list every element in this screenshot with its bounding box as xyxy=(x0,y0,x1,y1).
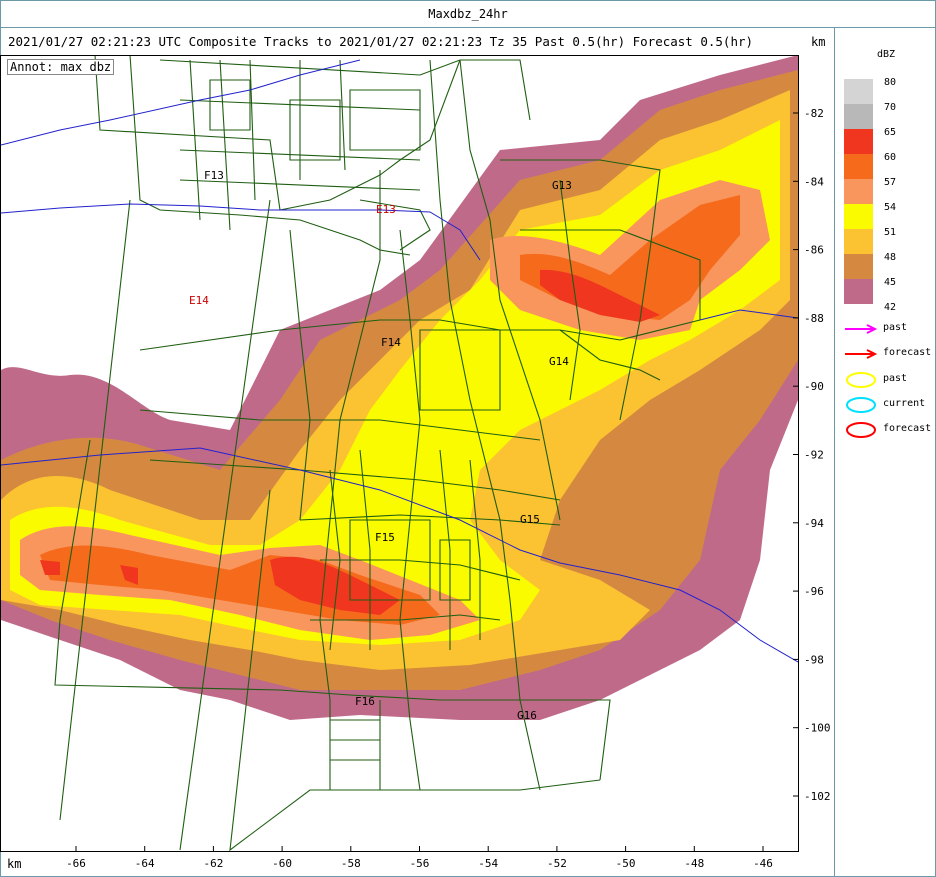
y-tick-label: -92 xyxy=(804,449,824,462)
storm-label[interactable]: E14 xyxy=(189,294,209,307)
x-tick-label: -60 xyxy=(272,857,292,870)
x-tick-label: -50 xyxy=(616,857,636,870)
x-tick-label: -46 xyxy=(753,857,773,870)
storm-label[interactable]: F14 xyxy=(381,336,401,349)
annotation-text: Annot: max dbz xyxy=(7,59,115,75)
storm-label[interactable]: F15 xyxy=(375,531,395,544)
y-tick-label: -82 xyxy=(804,107,824,120)
y-tick-label: -96 xyxy=(804,585,824,598)
x-tick-label: -66 xyxy=(66,857,86,870)
legend-arrow-icon xyxy=(845,324,878,334)
legend-arrow-label: past xyxy=(883,322,908,333)
legend-arrow-label: forecast xyxy=(883,347,932,358)
x-tick-label: -64 xyxy=(135,857,155,870)
x-tick-label: -52 xyxy=(547,857,567,870)
legend-ellipse-label: forecast xyxy=(883,423,932,434)
y-tick-label: -100 xyxy=(804,722,831,735)
storm-label[interactable]: G13 xyxy=(552,179,572,192)
legend-ellipse-icon xyxy=(846,422,876,438)
y-tick-label: -88 xyxy=(804,312,824,325)
storm-label[interactable]: F13 xyxy=(204,169,224,182)
legend-ellipse-label: current xyxy=(883,398,926,409)
unit-label-top: km xyxy=(811,35,826,49)
y-tick-label: -102 xyxy=(804,790,831,803)
legend-arrow-icon xyxy=(845,349,878,359)
legend-symbols xyxy=(845,324,878,438)
y-tick-label: -90 xyxy=(804,380,824,393)
radar-map[interactable]: F13 E13 G13 E14 F14 G14 F15 G15 F16 G16 -66 -64 -62… xyxy=(0,0,936,877)
y-tick-label: -94 xyxy=(804,517,824,530)
storm-label[interactable]: G16 xyxy=(517,709,537,722)
x-tick-label: -48 xyxy=(684,857,704,870)
x-tick-label: -58 xyxy=(341,857,361,870)
storm-label[interactable]: G14 xyxy=(549,355,569,368)
x-tick-label: -62 xyxy=(203,857,223,870)
header-text: 2021/01/27 02:21:23 UTC Composite Tracks… xyxy=(8,34,754,49)
legend-ellipse-label: past xyxy=(883,373,908,384)
legend-panel: dBZ 80 70 65 60 57 54 51 48 45 42 past forecast pas… xyxy=(835,27,935,877)
storm-label[interactable]: E13 xyxy=(376,203,396,216)
storm-label[interactable]: G15 xyxy=(520,513,540,526)
storm-label[interactable]: F16 xyxy=(355,695,375,708)
y-tick-label: -86 xyxy=(804,244,824,257)
x-tick-label: -54 xyxy=(478,857,498,870)
y-tick-label: -84 xyxy=(804,175,824,188)
unit-label-bottom: km xyxy=(7,857,22,871)
y-tick-label: -98 xyxy=(804,653,824,666)
legend-ellipse-icon xyxy=(846,397,876,413)
x-tick-label: -56 xyxy=(410,857,430,870)
legend-ellipse-icon xyxy=(846,372,876,388)
